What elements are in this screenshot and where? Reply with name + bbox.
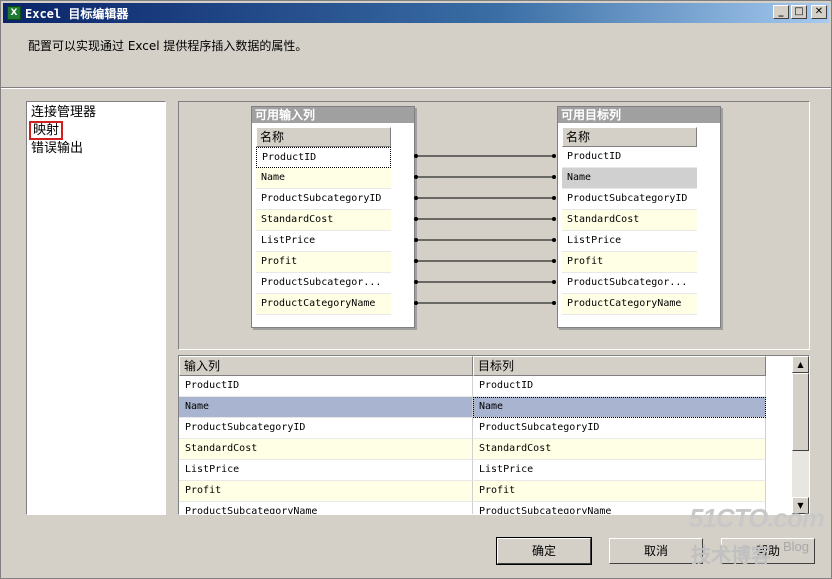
target-cell[interactable]: ListPrice bbox=[473, 460, 766, 481]
scroll-up-button[interactable]: ▲ bbox=[792, 356, 809, 373]
nav-item-label: 连接管理器 bbox=[31, 105, 97, 120]
close-button[interactable]: ✕ bbox=[811, 5, 827, 19]
table-row[interactable]: ProductSubcategoryID ProductSubcategoryI… bbox=[179, 418, 809, 439]
input-cell[interactable]: ProductSubcategoryName bbox=[179, 502, 473, 514]
line-endpoint bbox=[552, 280, 556, 284]
mapping-diagram[interactable]: 可用输入列 名称 ProductID Name ProductSubcatego… bbox=[178, 101, 810, 350]
table-row[interactable]: Profit Profit bbox=[179, 481, 809, 502]
input-cell[interactable]: ListPrice bbox=[179, 460, 473, 481]
watermark-logo: 51CTO.com bbox=[689, 503, 825, 533]
line-endpoint bbox=[414, 301, 418, 305]
description-text: 配置可以实现通过 Excel 提供程序插入数据的属性。 bbox=[28, 39, 308, 53]
mapping-grid[interactable]: 输入列 目标列 ProductID ProductID Name Name Pr… bbox=[178, 355, 810, 515]
mapping-lines bbox=[414, 154, 556, 305]
line-endpoint bbox=[414, 280, 418, 284]
input-cell[interactable]: StandardCost bbox=[179, 439, 473, 460]
line-endpoint bbox=[414, 217, 418, 221]
nav-item-label: 错误输出 bbox=[31, 141, 84, 156]
table-row[interactable]: StandardCost StandardCost bbox=[179, 439, 809, 460]
watermark-blog: Blog bbox=[783, 539, 810, 554]
minimize-button[interactable]: _ bbox=[773, 5, 789, 19]
input-cell[interactable]: Name bbox=[179, 397, 473, 418]
nav-list: 连接管理器 映射 错误输出 bbox=[26, 101, 166, 515]
table-row[interactable]: ListPrice ListPrice bbox=[179, 460, 809, 481]
input-cell[interactable]: Profit bbox=[179, 481, 473, 502]
line-endpoint bbox=[552, 238, 556, 242]
table-row[interactable]: Name Name bbox=[179, 397, 809, 418]
target-cell[interactable]: Profit bbox=[473, 481, 766, 502]
header-divider bbox=[1, 87, 831, 89]
line-endpoint bbox=[414, 175, 418, 179]
scroll-thumb[interactable] bbox=[792, 373, 809, 451]
line-endpoint bbox=[552, 217, 556, 221]
input-cell[interactable]: ProductSubcategoryID bbox=[179, 418, 473, 439]
line-endpoint bbox=[552, 301, 556, 305]
maximize-button[interactable]: □ bbox=[791, 5, 807, 19]
line-endpoint bbox=[414, 154, 418, 158]
window-controls: _ □ ✕ bbox=[773, 5, 827, 19]
nav-item-error-output[interactable]: 错误输出 bbox=[31, 140, 161, 158]
excel-icon: X bbox=[7, 6, 21, 20]
line-endpoint bbox=[552, 196, 556, 200]
target-cell[interactable]: StandardCost bbox=[473, 439, 766, 460]
input-cell[interactable]: ProductID bbox=[179, 376, 473, 397]
nav-item-connection-manager[interactable]: 连接管理器 bbox=[31, 104, 161, 122]
line-endpoint bbox=[414, 238, 418, 242]
grid-scrollbar[interactable]: ▲ ▼ bbox=[792, 356, 809, 514]
table-row[interactable]: ProductID ProductID bbox=[179, 376, 809, 397]
line-endpoint bbox=[552, 259, 556, 263]
window-title: Excel 目标编辑器 bbox=[25, 6, 129, 21]
dialog-window: X Excel 目标编辑器 _ □ ✕ 配置可以实现通过 Excel 提供程序插… bbox=[0, 0, 832, 579]
grid-header-target[interactable]: 目标列 bbox=[473, 356, 766, 376]
nav-item-label: 映射 bbox=[28, 121, 64, 140]
grid-header-input[interactable]: 输入列 bbox=[179, 356, 473, 376]
target-cell[interactable]: ProductID bbox=[473, 376, 766, 397]
title-bar[interactable]: X Excel 目标编辑器 _ □ ✕ bbox=[3, 3, 829, 23]
grid-header: 输入列 目标列 bbox=[179, 356, 809, 376]
line-endpoint bbox=[414, 259, 418, 263]
watermark-subtitle: 技术博客 bbox=[691, 545, 771, 567]
line-endpoint bbox=[552, 154, 556, 158]
ok-button[interactable]: 确定 bbox=[496, 537, 592, 565]
cancel-button[interactable]: 取消 bbox=[609, 538, 703, 564]
target-cell[interactable]: ProductSubcategoryID bbox=[473, 418, 766, 439]
line-endpoint bbox=[414, 196, 418, 200]
nav-item-mapping[interactable]: 映射 bbox=[28, 121, 161, 140]
target-cell[interactable]: Name bbox=[473, 397, 766, 418]
line-endpoint bbox=[552, 175, 556, 179]
